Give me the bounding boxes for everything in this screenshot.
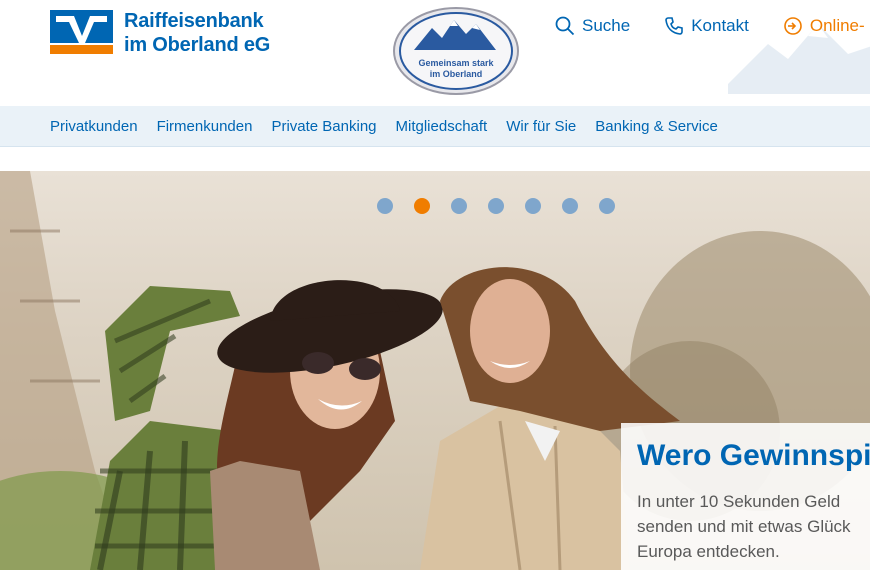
online-banking-link[interactable]: Online-	[783, 16, 865, 36]
search-link-label: Suche	[582, 16, 631, 35]
teaser-text-line2: senden und mit etwas Glück	[637, 517, 851, 536]
carousel-pagination	[377, 198, 636, 214]
seal-line2: im Oberland	[429, 69, 483, 79]
carousel-dot-1[interactable]	[377, 198, 393, 214]
nav-item-firmenkunden[interactable]: Firmenkunden	[157, 118, 253, 135]
bank-logo-icon[interactable]	[50, 10, 113, 54]
online-banking-label: Online-	[809, 16, 865, 35]
login-icon	[784, 17, 802, 35]
carousel-dot-6[interactable]	[562, 198, 578, 214]
teaser-text: In unter 10 Sekunden Geld senden und mit…	[637, 489, 870, 564]
hero-teaser-box[interactable]: Wero Gewinnspi In unter 10 Sekunden Geld…	[621, 423, 870, 570]
carousel-dot-3[interactable]	[451, 198, 467, 214]
contact-link-label: Kontakt	[691, 16, 749, 35]
search-link[interactable]: Suche	[555, 16, 630, 36]
teaser-text-line3: Europa entdecken.	[637, 542, 780, 561]
main-navigation: Privatkunden Firmenkunden Private Bankin…	[0, 106, 870, 147]
carousel-dot-2[interactable]	[414, 198, 430, 214]
search-icon	[555, 16, 575, 36]
top-links: Suche Kontakt Online-	[555, 14, 865, 38]
contact-link[interactable]: Kontakt	[664, 16, 749, 36]
nav-item-wir-fuer-sie[interactable]: Wir für Sie	[506, 118, 576, 135]
site-header: Raiffeisenbank im Oberland eG Gemeinsam …	[0, 0, 870, 106]
carousel-dot-4[interactable]	[488, 198, 504, 214]
bank-name-line2: im Oberland eG	[124, 34, 271, 56]
teaser-title: Wero Gewinnspi	[637, 439, 870, 472]
teaser-text-line1: In unter 10 Sekunden Geld	[637, 492, 841, 511]
phone-icon	[665, 17, 684, 35]
carousel-dot-5[interactable]	[525, 198, 541, 214]
seal-line1: Gemeinsam stark	[418, 58, 494, 68]
bank-name-line1: Raiffeisenbank	[124, 10, 264, 32]
regional-seal-icon	[393, 7, 519, 95]
nav-item-privatkunden[interactable]: Privatkunden	[50, 118, 138, 135]
bank-name[interactable]: Raiffeisenbank im Oberland eG	[124, 9, 270, 57]
nav-item-mitgliedschaft[interactable]: Mitgliedschaft	[396, 118, 488, 135]
seal-text: Gemeinsam stark im Oberland	[392, 58, 520, 80]
nav-item-banking-service[interactable]: Banking & Service	[595, 118, 718, 135]
nav-item-private-banking[interactable]: Private Banking	[271, 118, 376, 135]
carousel-dot-7[interactable]	[599, 198, 615, 214]
hero-carousel: Wero Gewinnspi In unter 10 Sekunden Geld…	[0, 171, 870, 570]
